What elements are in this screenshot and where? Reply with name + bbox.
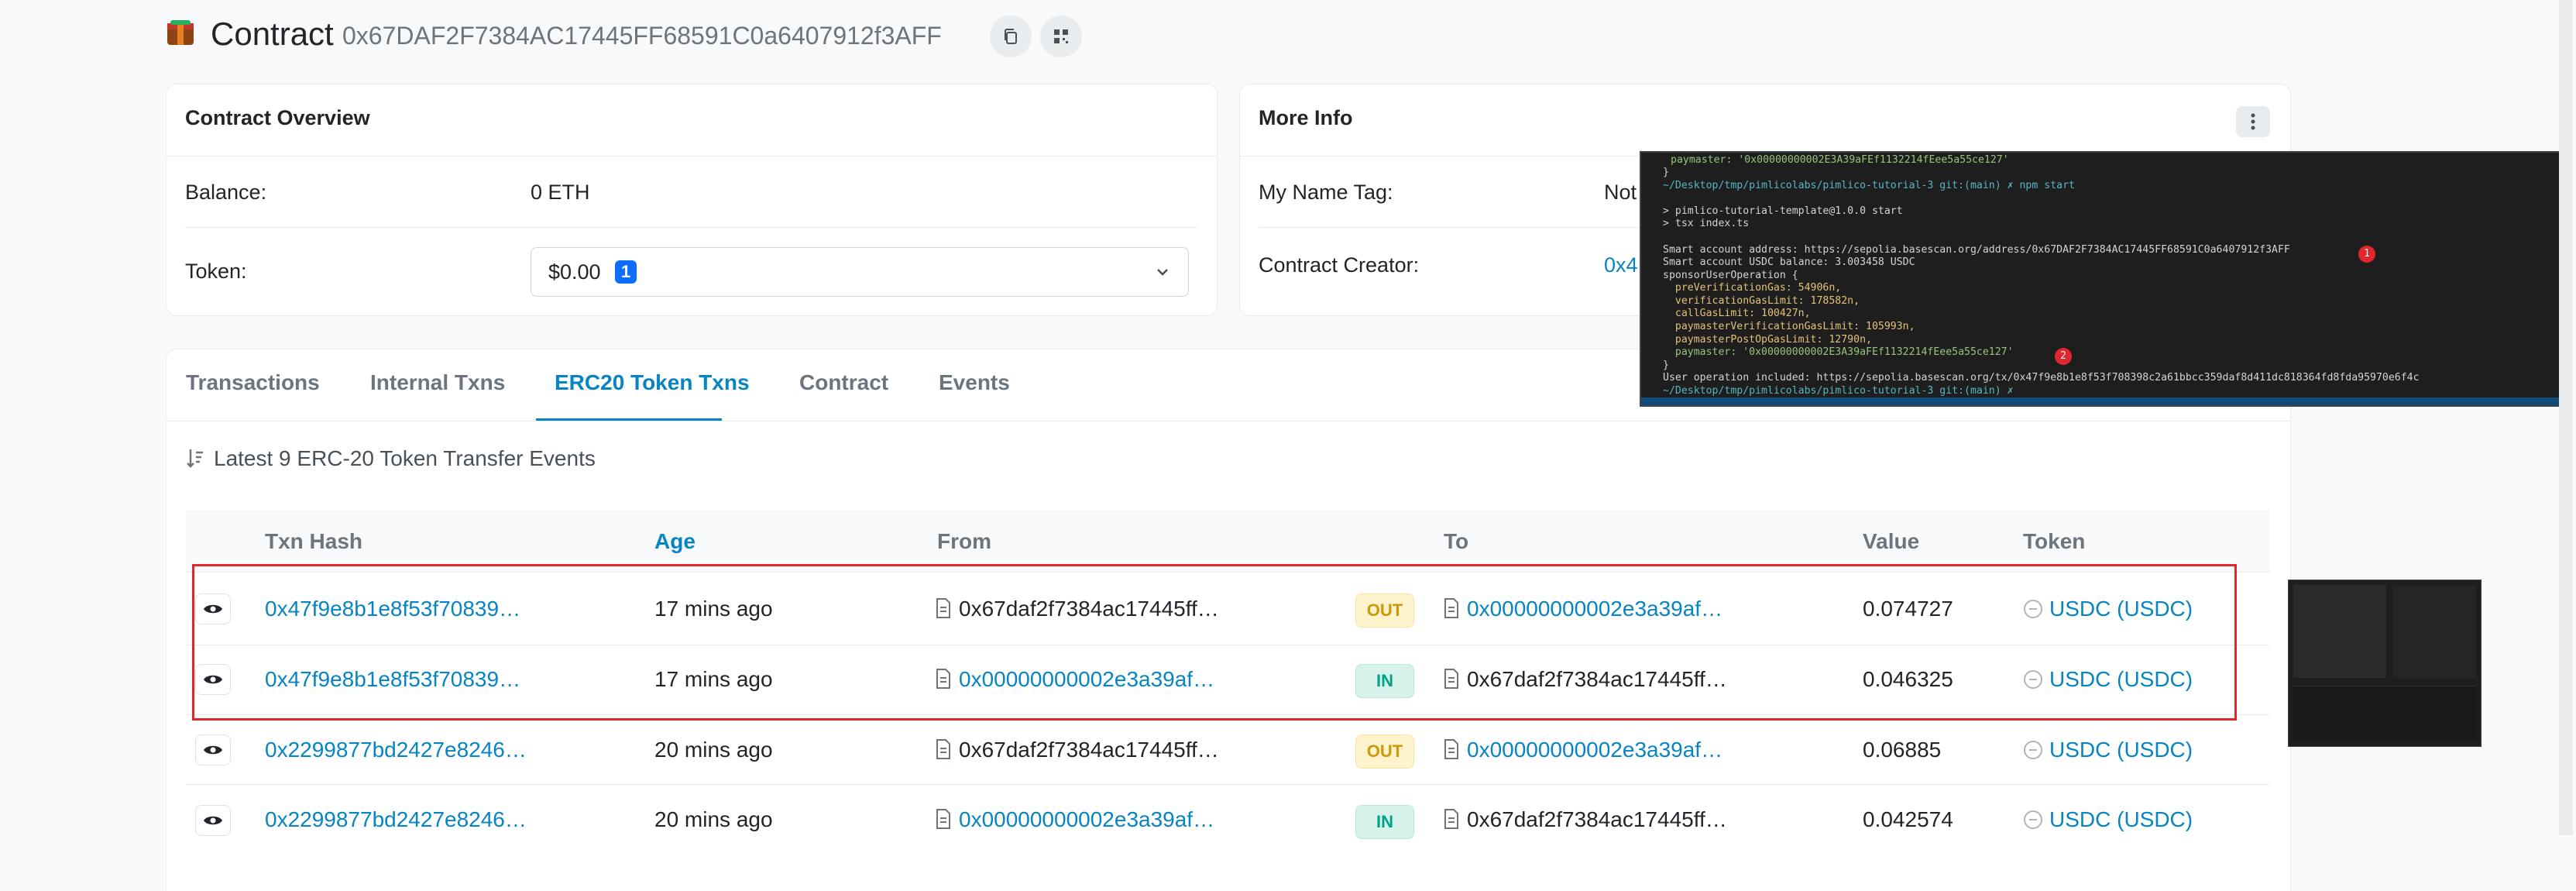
balance-value: 0 ETH	[531, 181, 590, 204]
terminal-window: paymaster: '0x00000000002E3A39aFEf113221…	[1640, 151, 2564, 407]
thumbnail-preview[interactable]	[2288, 580, 2482, 747]
terminal-line: ~/Desktop/tmp/pimlicolabs/pimlico-tutori…	[1663, 180, 2075, 191]
annotation-marker-1: 1	[2358, 246, 2375, 263]
to-address-link[interactable]: 0x00000000002e3a39af…	[1467, 738, 1722, 762]
eye-icon	[204, 816, 222, 825]
age-value: 20 mins ago	[654, 738, 773, 762]
terminal-line: paymasterVerificationGasLimit: 105993n,	[1663, 321, 1915, 332]
direction-badge: OUT	[1355, 734, 1414, 769]
terminal-line: }	[1663, 359, 1669, 371]
tab-transactions[interactable]: Transactions	[186, 370, 320, 395]
view-details-button[interactable]	[195, 734, 231, 765]
token-icon	[2024, 741, 2042, 759]
thumbnail-panel	[2293, 686, 2476, 741]
txn-hash-link[interactable]: 0x2299877bd2427e8246…	[265, 738, 527, 762]
qr-code-icon	[1054, 29, 1068, 43]
terminal-status-bar	[1641, 397, 2562, 405]
terminal-line: paymaster: '0x00000000002E3A39aFEf113221…	[1663, 346, 2014, 358]
terminal-line: > tsx index.ts	[1663, 218, 1750, 229]
terminal-line: verificationGasLimit: 178582n,	[1663, 295, 1860, 307]
value-amount: 0.06885	[1863, 738, 1942, 762]
document-icon	[936, 739, 950, 759]
th-txn-hash: Txn Hash	[265, 529, 363, 553]
eye-icon	[204, 745, 222, 755]
token-value: $0.00	[548, 260, 601, 284]
terminal-line: Smart account USDC balance: 3.003458 USD…	[1663, 256, 1915, 268]
tab-internal-txns[interactable]: Internal Txns	[370, 370, 505, 395]
token-link[interactable]: USDC (USDC)	[2049, 738, 2193, 762]
token-label: Token:	[185, 260, 247, 283]
chevron-down-icon	[1157, 269, 1168, 276]
terminal-line: sponsorUserOperation {	[1663, 270, 1798, 281]
balance-label: Balance:	[185, 181, 267, 204]
card-title: Contract Overview	[185, 106, 370, 129]
document-icon	[936, 809, 950, 829]
from-address[interactable]: 0x67daf2f7384ac17445ff…	[959, 738, 1219, 762]
tab-contract[interactable]: Contract	[799, 370, 888, 395]
creator-link[interactable]: 0x4	[1604, 253, 1638, 277]
document-icon	[1444, 809, 1458, 829]
txn-hash-link[interactable]: 0x2299877bd2427e8246…	[265, 807, 527, 832]
sort-icon	[186, 446, 204, 473]
th-from: From	[937, 529, 991, 553]
view-details-button[interactable]	[195, 805, 231, 836]
age-value: 20 mins ago	[654, 807, 773, 831]
copy-button[interactable]	[990, 15, 1032, 57]
contract-address: 0x67DAF2F7384AC17445FF68591C0a6407912f3A…	[342, 22, 942, 50]
contract-overview-card: Contract Overview Balance: 0 ETH Token: …	[166, 84, 1218, 316]
annotation-marker-2: 2	[2055, 348, 2072, 365]
token-dropdown[interactable]: $0.00 1	[531, 247, 1189, 297]
terminal-line: Smart account address: https://sepolia.b…	[1663, 244, 2290, 256]
from-address-link[interactable]: 0x00000000002e3a39af…	[959, 807, 1214, 832]
direction-badge: IN	[1355, 805, 1414, 839]
name-tag-label: My Name Tag:	[1259, 181, 1393, 204]
card-header: Contract Overview	[167, 84, 1217, 157]
terminal-line: preVerificationGas: 54906n,	[1663, 282, 1842, 294]
name-tag-value: Not	[1604, 181, 1637, 204]
token-icon	[2024, 810, 2042, 829]
terminal-line: > pimlico-tutorial-template@1.0.0 start	[1663, 205, 1903, 217]
divider	[185, 227, 1198, 228]
th-to: To	[1444, 529, 1469, 553]
contract-icon	[166, 19, 195, 48]
terminal-line: callGasLimit: 100427n,	[1663, 308, 1811, 319]
card-title: More Info	[1259, 106, 1353, 129]
qr-code-button[interactable]	[1040, 15, 1082, 57]
table-header-bg	[186, 510, 2269, 573]
document-icon	[1444, 739, 1458, 759]
terminal-line: paymaster: '0x00000000002E3A39aFEf113221…	[1671, 154, 2009, 166]
terminal-line: User operation included: https://sepolia…	[1663, 372, 2420, 384]
card-header: More Info	[1240, 84, 2290, 157]
token-link[interactable]: USDC (USDC)	[2049, 807, 2193, 832]
terminal-line: paymasterPostOpGasLimit: 12790n,	[1663, 334, 1872, 346]
token-count-badge: 1	[615, 260, 637, 284]
creator-label: Contract Creator:	[1259, 253, 1420, 277]
copy-icon	[1005, 29, 1017, 44]
table-summary: Latest 9 ERC-20 Token Transfer Events	[214, 446, 596, 470]
th-token: Token	[2023, 529, 2086, 553]
to-address[interactable]: 0x67daf2f7384ac17445ff…	[1467, 807, 1727, 832]
tab-erc20-token-txns[interactable]: ERC20 Token Txns	[555, 370, 750, 395]
tab-events[interactable]: Events	[939, 370, 1010, 395]
more-options-button[interactable]	[2236, 106, 2270, 137]
thumbnail-panel	[2392, 585, 2476, 678]
page-title: Contract	[211, 15, 334, 52]
terminal-line: }	[1663, 167, 1669, 178]
terminal-line: ~/Desktop/tmp/pimlicolabs/pimlico-tutori…	[1663, 385, 2014, 397]
page-scrollbar[interactable]	[2559, 0, 2573, 835]
thumbnail-panel	[2293, 585, 2386, 678]
th-value: Value	[1863, 529, 1920, 553]
highlight-annotation-box	[192, 564, 2237, 721]
value-amount: 0.042574	[1863, 807, 1953, 831]
kebab-menu-icon	[2251, 113, 2255, 130]
th-age[interactable]: Age	[654, 529, 696, 554]
